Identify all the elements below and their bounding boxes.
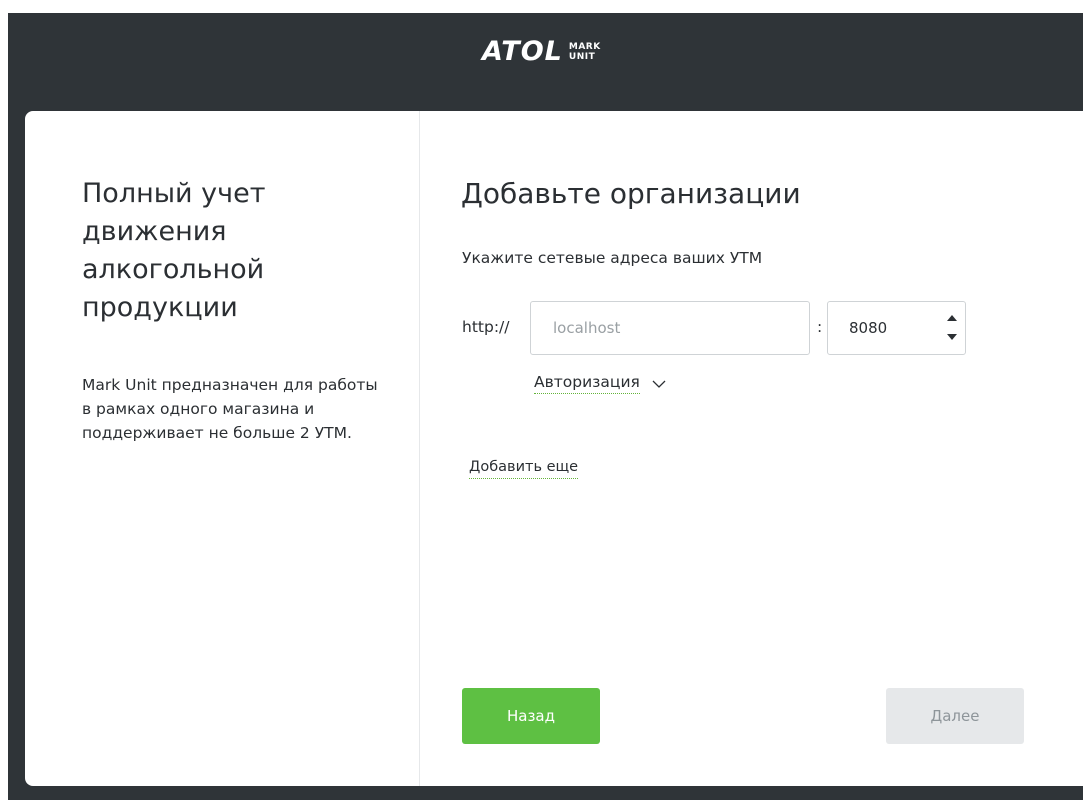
authorization-toggle[interactable]: Авторизация xyxy=(534,373,666,394)
logo-wordmark: ATOL xyxy=(482,36,563,67)
page-subtitle: Укажите сетевые адреса ваших УТМ xyxy=(462,249,763,267)
port-separator: : xyxy=(817,318,823,336)
left-panel-description: Mark Unit предназначен для работы в рамк… xyxy=(82,376,378,442)
page-title: Добавьте организации xyxy=(461,177,801,210)
app-frame: ATOL MARK UNIT Полный учет движения алко… xyxy=(8,13,1083,800)
top-bar: ATOL MARK UNIT xyxy=(8,13,1083,111)
panel-divider xyxy=(419,111,420,786)
logo-sub-top: MARK xyxy=(568,42,601,52)
logo-subtitle: MARK UNIT xyxy=(569,42,601,62)
back-button[interactable]: Назад xyxy=(462,688,600,744)
logo-sub-bottom: UNIT xyxy=(568,52,596,62)
port-decrement-icon[interactable] xyxy=(945,330,959,344)
chevron-down-icon[interactable] xyxy=(652,374,666,392)
setup-card: Полный учет движения алкогольной продукц… xyxy=(25,111,1083,786)
protocol-label: http:// xyxy=(462,318,510,336)
port-increment-icon[interactable] xyxy=(945,311,959,325)
next-button[interactable]: Далее xyxy=(886,688,1024,744)
left-panel-title: Полный учет движения алкогольной продукц… xyxy=(82,178,266,323)
host-input[interactable] xyxy=(530,301,810,355)
add-more-link[interactable]: Добавить еще xyxy=(469,459,579,479)
port-value[interactable]: 8080 xyxy=(849,319,887,337)
port-stepper[interactable]: 8080 xyxy=(827,301,966,355)
atol-logo: ATOL MARK UNIT xyxy=(482,37,601,67)
authorization-label[interactable]: Авторизация xyxy=(534,373,640,394)
